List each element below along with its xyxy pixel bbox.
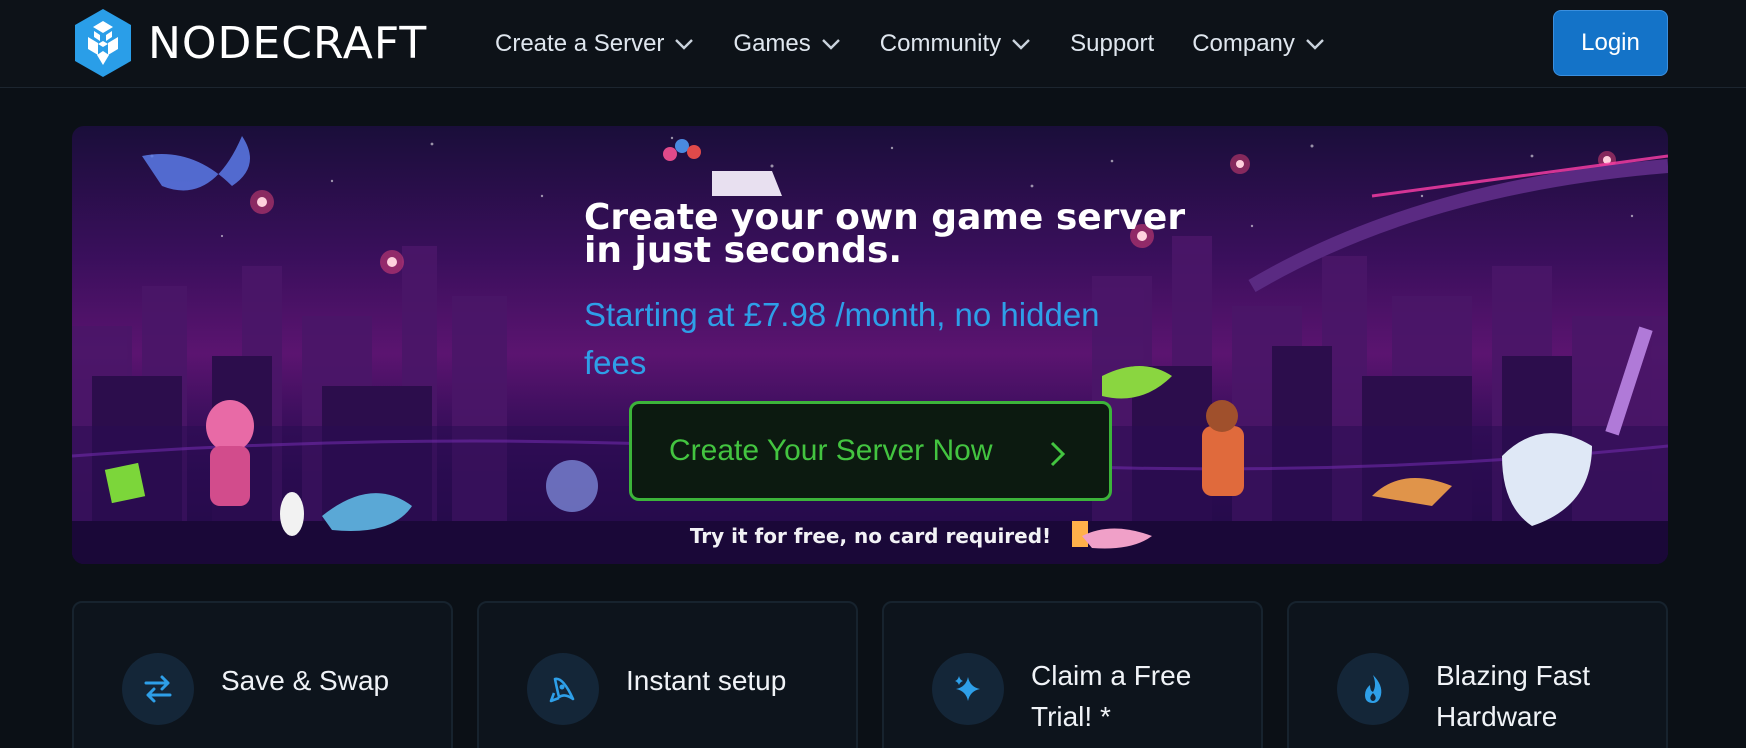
nav-item-label: Company <box>1192 30 1295 57</box>
nav-item-label: Games <box>733 30 811 57</box>
nav-item-support[interactable]: Support <box>1070 30 1154 58</box>
feature-card-save-swap[interactable]: Save & Swap <box>72 601 453 748</box>
chevron-down-icon <box>675 39 694 50</box>
brand-logo[interactable]: NODECRAFT <box>72 7 427 79</box>
top-navigation: NODECRAFT Create a Server Games Communit… <box>0 0 1746 88</box>
feature-label: Save & Swap <box>221 665 390 696</box>
swap-arrows-icon <box>122 653 194 725</box>
sparkles-icon <box>932 653 1004 725</box>
feature-card-fast-hardware[interactable]: Blazing Fast Hardware <box>1287 601 1668 748</box>
hero-title: Create your own game server in just seco… <box>584 200 1224 271</box>
chevron-right-icon <box>1050 441 1066 467</box>
nav-item-label: Support <box>1070 30 1155 57</box>
chevron-down-icon <box>1012 39 1030 50</box>
brand-name: NODECRAFT <box>148 17 428 69</box>
flame-icon <box>1337 653 1409 725</box>
main-menu: Create a Server Games Community Support … <box>495 0 1364 88</box>
feature-label: Instant setup <box>626 665 787 696</box>
nav-item-games[interactable]: Games <box>733 30 841 58</box>
create-server-button-label: Create Your Server Now <box>669 434 993 467</box>
hero-banner: Create your own game server in just seco… <box>72 126 1668 564</box>
chevron-down-icon <box>1306 39 1324 50</box>
nodecraft-logo-icon <box>75 9 131 77</box>
chevron-down-icon <box>821 39 840 50</box>
rocket-icon <box>527 653 599 725</box>
hero-title-line-2: in just seconds. <box>584 230 903 271</box>
feature-card-instant-setup[interactable]: Instant setup <box>477 601 858 748</box>
nav-item-community[interactable]: Community <box>880 30 1032 58</box>
hero-subtitle: Starting at £7.98 /month, no hidden fees <box>584 296 1100 381</box>
login-button[interactable]: Login <box>1553 10 1668 76</box>
feature-label: Claim a Free Trial! * <box>1031 660 1192 732</box>
create-server-button[interactable]: Create Your Server Now <box>629 401 1112 501</box>
feature-card-free-trial[interactable]: Claim a Free Trial! * <box>882 601 1263 748</box>
nav-item-label: Community <box>879 30 1002 57</box>
nav-item-company[interactable]: Company <box>1192 30 1326 58</box>
feature-label: Blazing Fast Hardware <box>1436 660 1591 732</box>
free-trial-note: Try it for free, no card required! <box>689 524 1052 548</box>
nav-item-create-a-server[interactable]: Create a Server <box>495 30 695 58</box>
nav-item-label: Create a Server <box>495 30 665 57</box>
